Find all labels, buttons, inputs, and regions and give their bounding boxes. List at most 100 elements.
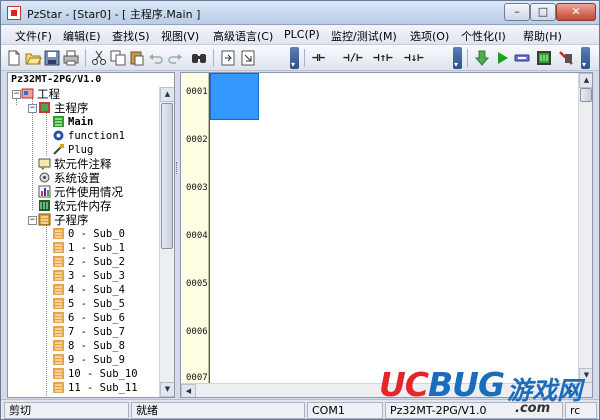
program-folder-icon bbox=[39, 102, 50, 113]
cut-icon[interactable] bbox=[90, 49, 108, 67]
step-number: 0004 bbox=[186, 231, 208, 241]
copy-icon[interactable] bbox=[109, 49, 127, 67]
maximize-button[interactable]: □ bbox=[530, 3, 556, 21]
tree-vertical-scrollbar[interactable]: ▲ ▼ bbox=[159, 87, 174, 397]
menu-plc[interactable]: PLC(P) bbox=[284, 28, 320, 41]
ladder-cursor[interactable] bbox=[210, 73, 259, 120]
status-extra: rc bbox=[565, 402, 597, 419]
toolbar-separator bbox=[85, 49, 86, 67]
tree-node-label: function1 bbox=[68, 130, 125, 142]
ladder-contact-nc-button[interactable]: ⊣/⊢ bbox=[343, 52, 363, 64]
editor-vertical-scrollbar[interactable]: ▲ ▼ bbox=[578, 73, 592, 383]
scroll-down-button[interactable]: ▼ bbox=[579, 368, 592, 383]
download-icon[interactable] bbox=[473, 49, 491, 67]
paste-icon[interactable] bbox=[128, 49, 146, 67]
tree-node-label: 系统设置 bbox=[54, 171, 100, 185]
menu-advanced-language[interactable]: 高级语言(C) bbox=[213, 28, 273, 44]
tree-node-label: 7 - Sub_7 bbox=[68, 326, 125, 338]
menu-file[interactable]: 文件(F) bbox=[15, 28, 52, 44]
subroutine-icon bbox=[53, 354, 64, 365]
scroll-left-button[interactable]: ◀ bbox=[181, 384, 196, 397]
menu-help[interactable]: 帮助(H) bbox=[523, 28, 562, 44]
project-panel: Pz32MT-2PG/V1.0 − 工程 − 主程序 Main function… bbox=[7, 72, 175, 398]
step-number: 0005 bbox=[186, 279, 208, 289]
tree-node-label: 4 - Sub_4 bbox=[68, 284, 125, 296]
redo-icon[interactable] bbox=[166, 49, 184, 67]
scroll-up-button[interactable]: ▲ bbox=[160, 87, 174, 102]
scroll-right-button[interactable]: ▶ bbox=[563, 384, 578, 397]
open-folder-icon[interactable] bbox=[24, 49, 42, 67]
status-model: Pz32MT-2PG/V1.0 bbox=[385, 402, 563, 419]
title-bar: PzStar - [Star0] - [ 主程序.Main ] – □ ✕ bbox=[1, 1, 599, 25]
undo-icon[interactable] bbox=[147, 49, 165, 67]
subroutine-icon bbox=[53, 382, 64, 393]
export-icon[interactable] bbox=[239, 49, 257, 67]
toolbar-overflow-button[interactable] bbox=[581, 47, 590, 69]
find-icon[interactable] bbox=[190, 49, 208, 67]
cable-icon[interactable] bbox=[513, 49, 531, 67]
usage-icon bbox=[38, 185, 51, 198]
print-icon[interactable] bbox=[62, 49, 80, 67]
ladder-contact-falling-button[interactable]: ⊣↓⊢ bbox=[404, 52, 424, 64]
step-number: 0007 bbox=[186, 373, 208, 383]
status-action: 剪切 bbox=[4, 402, 129, 419]
menu-view[interactable]: 视图(V) bbox=[161, 28, 199, 44]
editor-horizontal-scrollbar[interactable]: ◀ ▶ bbox=[181, 383, 578, 397]
settings-icon bbox=[39, 172, 50, 183]
menu-monitor-test[interactable]: 监控/测试(M) bbox=[331, 28, 397, 44]
subroutine-icon bbox=[53, 312, 64, 323]
ladder-contact-no-button[interactable]: ⊣⊢ bbox=[312, 52, 325, 64]
subroutine-icon bbox=[53, 368, 64, 379]
tree-node-label: 子程序 bbox=[54, 213, 89, 227]
toolbar: ⊣⊢ ⊣/⊢ ⊣↑⊢ ⊣↓⊢ bbox=[1, 45, 599, 71]
new-file-icon[interactable] bbox=[5, 49, 23, 67]
scroll-down-button[interactable]: ▼ bbox=[160, 382, 174, 397]
project-icon bbox=[21, 88, 34, 99]
ladder-program-icon bbox=[53, 116, 64, 127]
step-number-ruler: 0001 0002 0003 0004 0005 0006 0007 bbox=[181, 73, 209, 383]
ladder-editor[interactable]: 0001 0002 0003 0004 0005 0006 0007 ▲ ▼ ◀… bbox=[180, 72, 593, 398]
tree-collapse-toggle[interactable]: − bbox=[28, 216, 37, 225]
tree-node-label: 软元件内存 bbox=[54, 199, 112, 213]
project-tree: − 工程 − 主程序 Main function1 Plug 软元件注释 系统设… bbox=[8, 87, 158, 397]
subroutine-icon bbox=[53, 228, 64, 239]
menu-personalize[interactable]: 个性化(I) bbox=[461, 28, 506, 44]
scrollbar-thumb[interactable] bbox=[161, 103, 173, 249]
tree-node-label: 主程序 bbox=[54, 101, 89, 115]
tree-node-label: 9 - Sub_9 bbox=[68, 354, 125, 366]
monitor-icon[interactable] bbox=[535, 49, 553, 67]
window-title: PzStar - [Star0] - [ 主程序.Main ] bbox=[27, 8, 201, 21]
scrollbar-thumb[interactable] bbox=[580, 88, 592, 102]
tree-node-label: 1 - Sub_1 bbox=[68, 242, 125, 254]
toolbar-overflow-button[interactable] bbox=[453, 47, 462, 69]
subroutine-folder-icon bbox=[38, 213, 51, 226]
tree-collapse-toggle[interactable]: − bbox=[28, 104, 37, 113]
import-icon[interactable] bbox=[219, 49, 237, 67]
menu-find[interactable]: 查找(S) bbox=[112, 28, 150, 44]
subroutine-icon bbox=[53, 298, 64, 309]
menu-options[interactable]: 选项(O) bbox=[410, 28, 449, 44]
comment-icon bbox=[38, 158, 51, 170]
ladder-contact-rising-button[interactable]: ⊣↑⊢ bbox=[373, 52, 393, 64]
stop-icon[interactable] bbox=[557, 49, 575, 67]
subroutine-icon bbox=[53, 242, 64, 253]
menu-edit[interactable]: 编辑(E) bbox=[63, 28, 101, 44]
run-icon[interactable] bbox=[493, 49, 511, 67]
tree-node-label: 2 - Sub_2 bbox=[68, 256, 125, 268]
minimize-button[interactable]: – bbox=[504, 3, 530, 21]
tree-node-label: 6 - Sub_6 bbox=[68, 312, 125, 324]
close-button[interactable]: ✕ bbox=[556, 3, 596, 21]
tree-node-label: Plug bbox=[68, 144, 94, 156]
app-logo-icon bbox=[7, 6, 21, 20]
scroll-up-button[interactable]: ▲ bbox=[579, 73, 592, 88]
tree-node-label: 工程 bbox=[37, 87, 60, 101]
tree-node-label: 11 - Sub_11 bbox=[68, 382, 138, 394]
tree-collapse-toggle[interactable]: − bbox=[12, 90, 21, 99]
toolbar-overflow-button[interactable] bbox=[290, 47, 299, 69]
tree-node-label: 3 - Sub_3 bbox=[68, 270, 125, 282]
app-window: PzStar - [Star0] - [ 主程序.Main ] – □ ✕ 文件… bbox=[0, 0, 600, 420]
save-icon[interactable] bbox=[43, 49, 61, 67]
step-number: 0002 bbox=[186, 135, 208, 145]
subroutine-icon bbox=[53, 326, 64, 337]
toolbar-separator bbox=[213, 49, 214, 67]
